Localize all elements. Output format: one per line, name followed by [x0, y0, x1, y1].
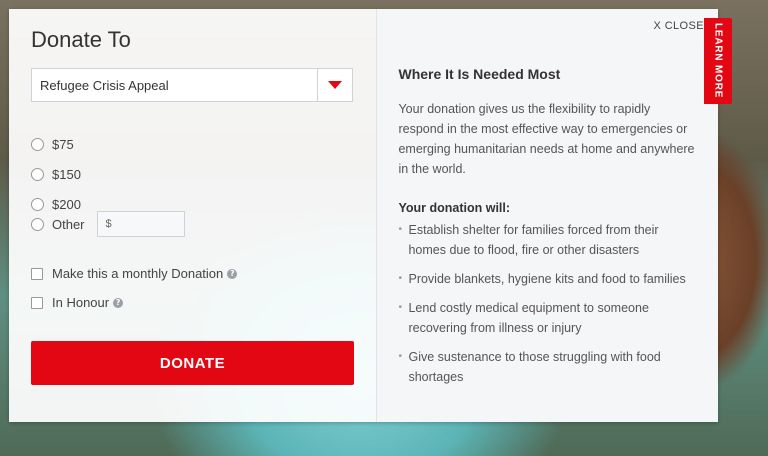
list-item: • Give sustenance to those struggling wit… [398, 347, 698, 387]
bullet-icon: • [398, 273, 402, 284]
honour-label: In Honour [52, 295, 110, 310]
other-amount-placeholder: $ [105, 218, 112, 230]
benefit-text: Provide blankets, hygiene kits and food … [408, 272, 686, 286]
monthly-option[interactable]: Make this a monthly Donation ? [31, 266, 238, 281]
bullet-icon: • [398, 351, 402, 362]
radio-button[interactable] [31, 198, 44, 211]
radio-button[interactable] [31, 217, 44, 231]
amount-option-other[interactable]: Other $ [31, 211, 185, 237]
donation-form: Donate To Refugee Crisis Appeal $75 $150… [9, 9, 377, 422]
help-icon[interactable]: ? [113, 297, 124, 308]
list-item: • Provide blankets, hygiene kits and food… [398, 269, 698, 289]
info-description: Your donation gives us the flexibility t… [398, 102, 695, 176]
radio-button[interactable] [31, 168, 44, 181]
amount-option-200[interactable]: $200 [31, 197, 81, 212]
info-panel: X CLOSE LEARN MORE Where It Is Needed Mo… [376, 9, 732, 422]
other-label: Other [52, 216, 85, 232]
list-item: • Lend costly medical equipment to someon… [398, 298, 698, 338]
amount-option-150[interactable]: $150 [31, 167, 81, 182]
amount-label: $200 [52, 197, 81, 212]
appeal-select[interactable]: Refugee Crisis Appeal [31, 68, 353, 102]
radio-button[interactable] [31, 138, 44, 151]
donation-modal: Donate To Refugee Crisis Appeal $75 $150… [9, 9, 732, 422]
donate-button[interactable]: DONATE [31, 341, 354, 385]
honour-checkbox[interactable] [31, 296, 43, 309]
chevron-down-icon [328, 81, 342, 89]
bullet-icon: • [398, 302, 402, 313]
form-title: Donate To [31, 27, 131, 52]
dropdown-toggle[interactable] [317, 69, 352, 101]
list-item: • Establish shelter for families forced f… [398, 220, 698, 260]
monthly-checkbox[interactable] [31, 267, 43, 280]
learn-more-tab[interactable]: LEARN MORE [704, 18, 732, 104]
benefit-text: Give sustenance to those struggling with… [408, 350, 661, 384]
benefits-list: • Establish shelter for families forced f… [398, 220, 698, 396]
benefits-heading: Your donation will: [398, 201, 511, 215]
benefit-text: Establish shelter for families forced fr… [408, 223, 659, 257]
amount-option-75[interactable]: $75 [31, 137, 74, 152]
amount-label: $75 [52, 137, 74, 152]
help-icon[interactable]: ? [227, 268, 238, 279]
bullet-icon: • [398, 224, 402, 235]
benefit-text: Lend costly medical equipment to someone… [408, 301, 649, 335]
close-button[interactable]: X CLOSE [654, 20, 705, 32]
honour-option[interactable]: In Honour ? [31, 295, 124, 310]
info-heading: Where It Is Needed Most [398, 66, 561, 82]
monthly-label: Make this a monthly Donation [52, 266, 224, 281]
other-amount-input[interactable]: $ [96, 211, 185, 237]
appeal-select-value: Refugee Crisis Appeal [40, 77, 169, 93]
amount-label: $150 [52, 167, 81, 182]
